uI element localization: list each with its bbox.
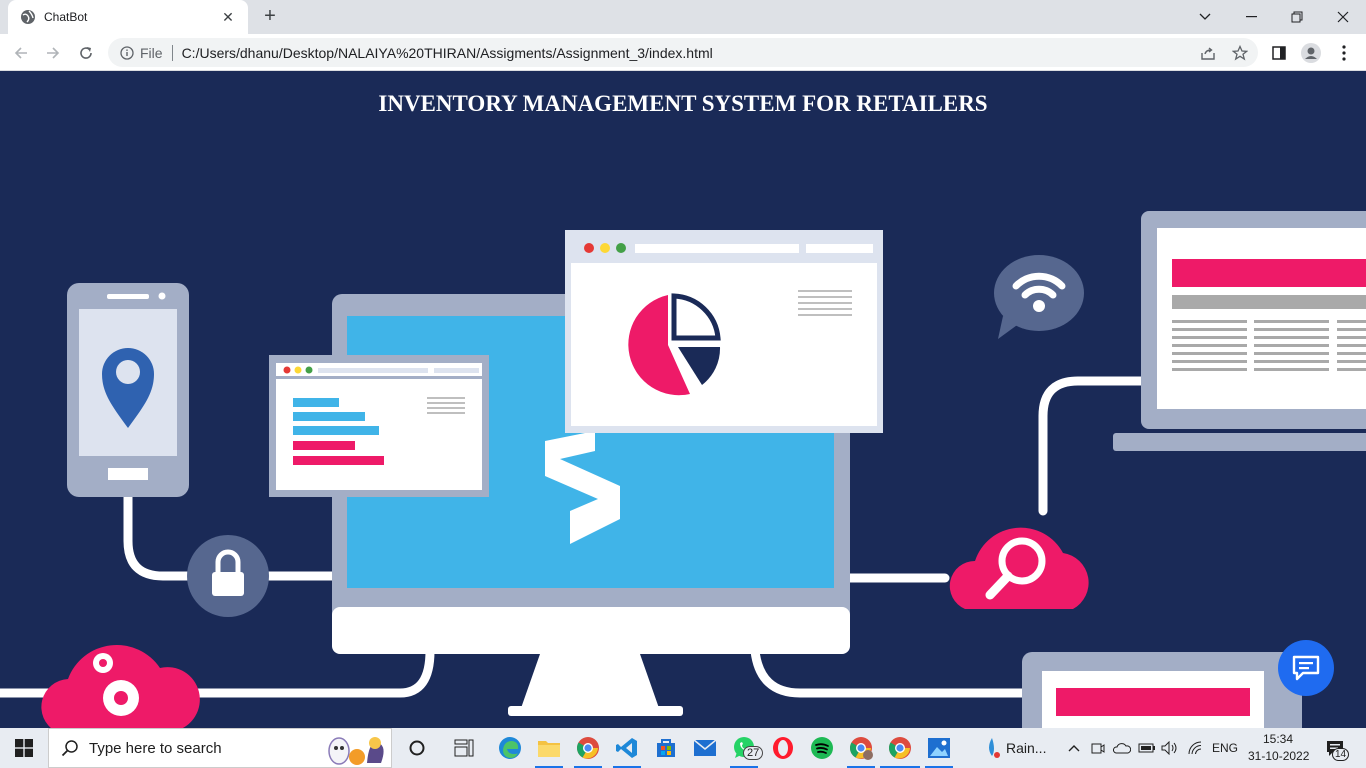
chevron-down-icon[interactable] <box>1182 0 1228 34</box>
side-panel-icon[interactable] <box>1266 40 1292 66</box>
chrome-profile-icon[interactable] <box>847 734 875 762</box>
chrome-icon[interactable] <box>574 734 602 762</box>
weather-icon[interactable] <box>978 734 1006 762</box>
close-window-icon[interactable] <box>1320 0 1366 34</box>
volume-icon[interactable] <box>1158 734 1182 762</box>
page-title: INVENTORY MANAGEMENT SYSTEM FOR RETAILER… <box>378 91 988 116</box>
store-icon[interactable] <box>652 734 680 762</box>
clock-date[interactable]: 31-10-2022 <box>1248 749 1309 763</box>
address-scheme: File <box>140 44 163 61</box>
browser-tab-strip: ChatBot ✕ + <box>0 0 1366 34</box>
widgets-icon[interactable] <box>450 734 478 762</box>
search-highlight-icon <box>328 737 384 765</box>
chat-icon <box>1292 655 1320 681</box>
hero-illustration <box>0 211 1366 728</box>
chat-button[interactable] <box>1278 640 1334 696</box>
windows-icon <box>15 739 33 757</box>
mail-icon[interactable] <box>691 734 719 762</box>
clock-time[interactable]: 15:34 <box>1263 732 1293 746</box>
page-content: INVENTORY MANAGEMENT SYSTEM FOR RETAILER… <box>0 71 1366 728</box>
info-icon[interactable] <box>120 45 134 60</box>
onedrive-icon[interactable] <box>1110 734 1134 762</box>
spotify-icon[interactable] <box>808 734 836 762</box>
meet-now-icon[interactable] <box>1087 734 1109 762</box>
share-icon[interactable] <box>1195 40 1221 66</box>
task-view-icon[interactable] <box>403 734 431 762</box>
notifications-badge: 14 <box>1332 748 1350 761</box>
globe-icon <box>21 10 35 24</box>
photos-icon[interactable] <box>925 734 953 762</box>
language-indicator[interactable]: ENG <box>1212 741 1238 755</box>
search-placeholder: Type here to search <box>89 739 222 757</box>
menu-icon[interactable] <box>1331 40 1357 66</box>
file-explorer-icon[interactable] <box>535 734 563 762</box>
chevron-up-icon[interactable] <box>1062 734 1086 762</box>
vscode-icon[interactable] <box>613 734 641 762</box>
battery-icon[interactable] <box>1135 734 1159 762</box>
minimize-icon[interactable] <box>1228 0 1274 34</box>
address-separator <box>171 44 173 61</box>
edge-icon[interactable] <box>496 734 524 762</box>
address-bar[interactable]: File C:/Users/dhanu/Desktop/NALAIYA%20TH… <box>108 38 1258 67</box>
plus-icon[interactable]: + <box>258 5 282 29</box>
taskbar-search-box[interactable]: Type here to search <box>48 728 392 768</box>
browser-tab[interactable]: ChatBot ✕ <box>8 0 248 34</box>
star-icon[interactable] <box>1227 40 1253 66</box>
whatsapp-badge: 27 <box>743 746 764 760</box>
opera-icon[interactable] <box>769 734 797 762</box>
forward-icon[interactable] <box>40 40 66 66</box>
restore-icon[interactable] <box>1274 0 1320 34</box>
browser-toolbar: File C:/Users/dhanu/Desktop/NALAIYA%20TH… <box>0 34 1366 71</box>
tab-title: ChatBot <box>44 10 88 24</box>
address-url[interactable]: C:/Users/dhanu/Desktop/NALAIYA%20THIRAN/… <box>182 45 713 61</box>
chrome-second-icon[interactable] <box>886 734 914 762</box>
back-icon[interactable] <box>8 40 34 66</box>
reload-icon[interactable] <box>73 40 99 66</box>
close-icon[interactable]: ✕ <box>220 9 236 26</box>
search-icon <box>61 740 78 757</box>
profile-icon[interactable] <box>1298 40 1324 66</box>
taskbar: Type here to search 27 Rain... ENG 15:34… <box>0 728 1366 768</box>
windows-start-button[interactable] <box>0 728 48 768</box>
weather-label[interactable]: Rain... <box>1006 740 1046 756</box>
wifi-icon[interactable] <box>1183 734 1207 762</box>
